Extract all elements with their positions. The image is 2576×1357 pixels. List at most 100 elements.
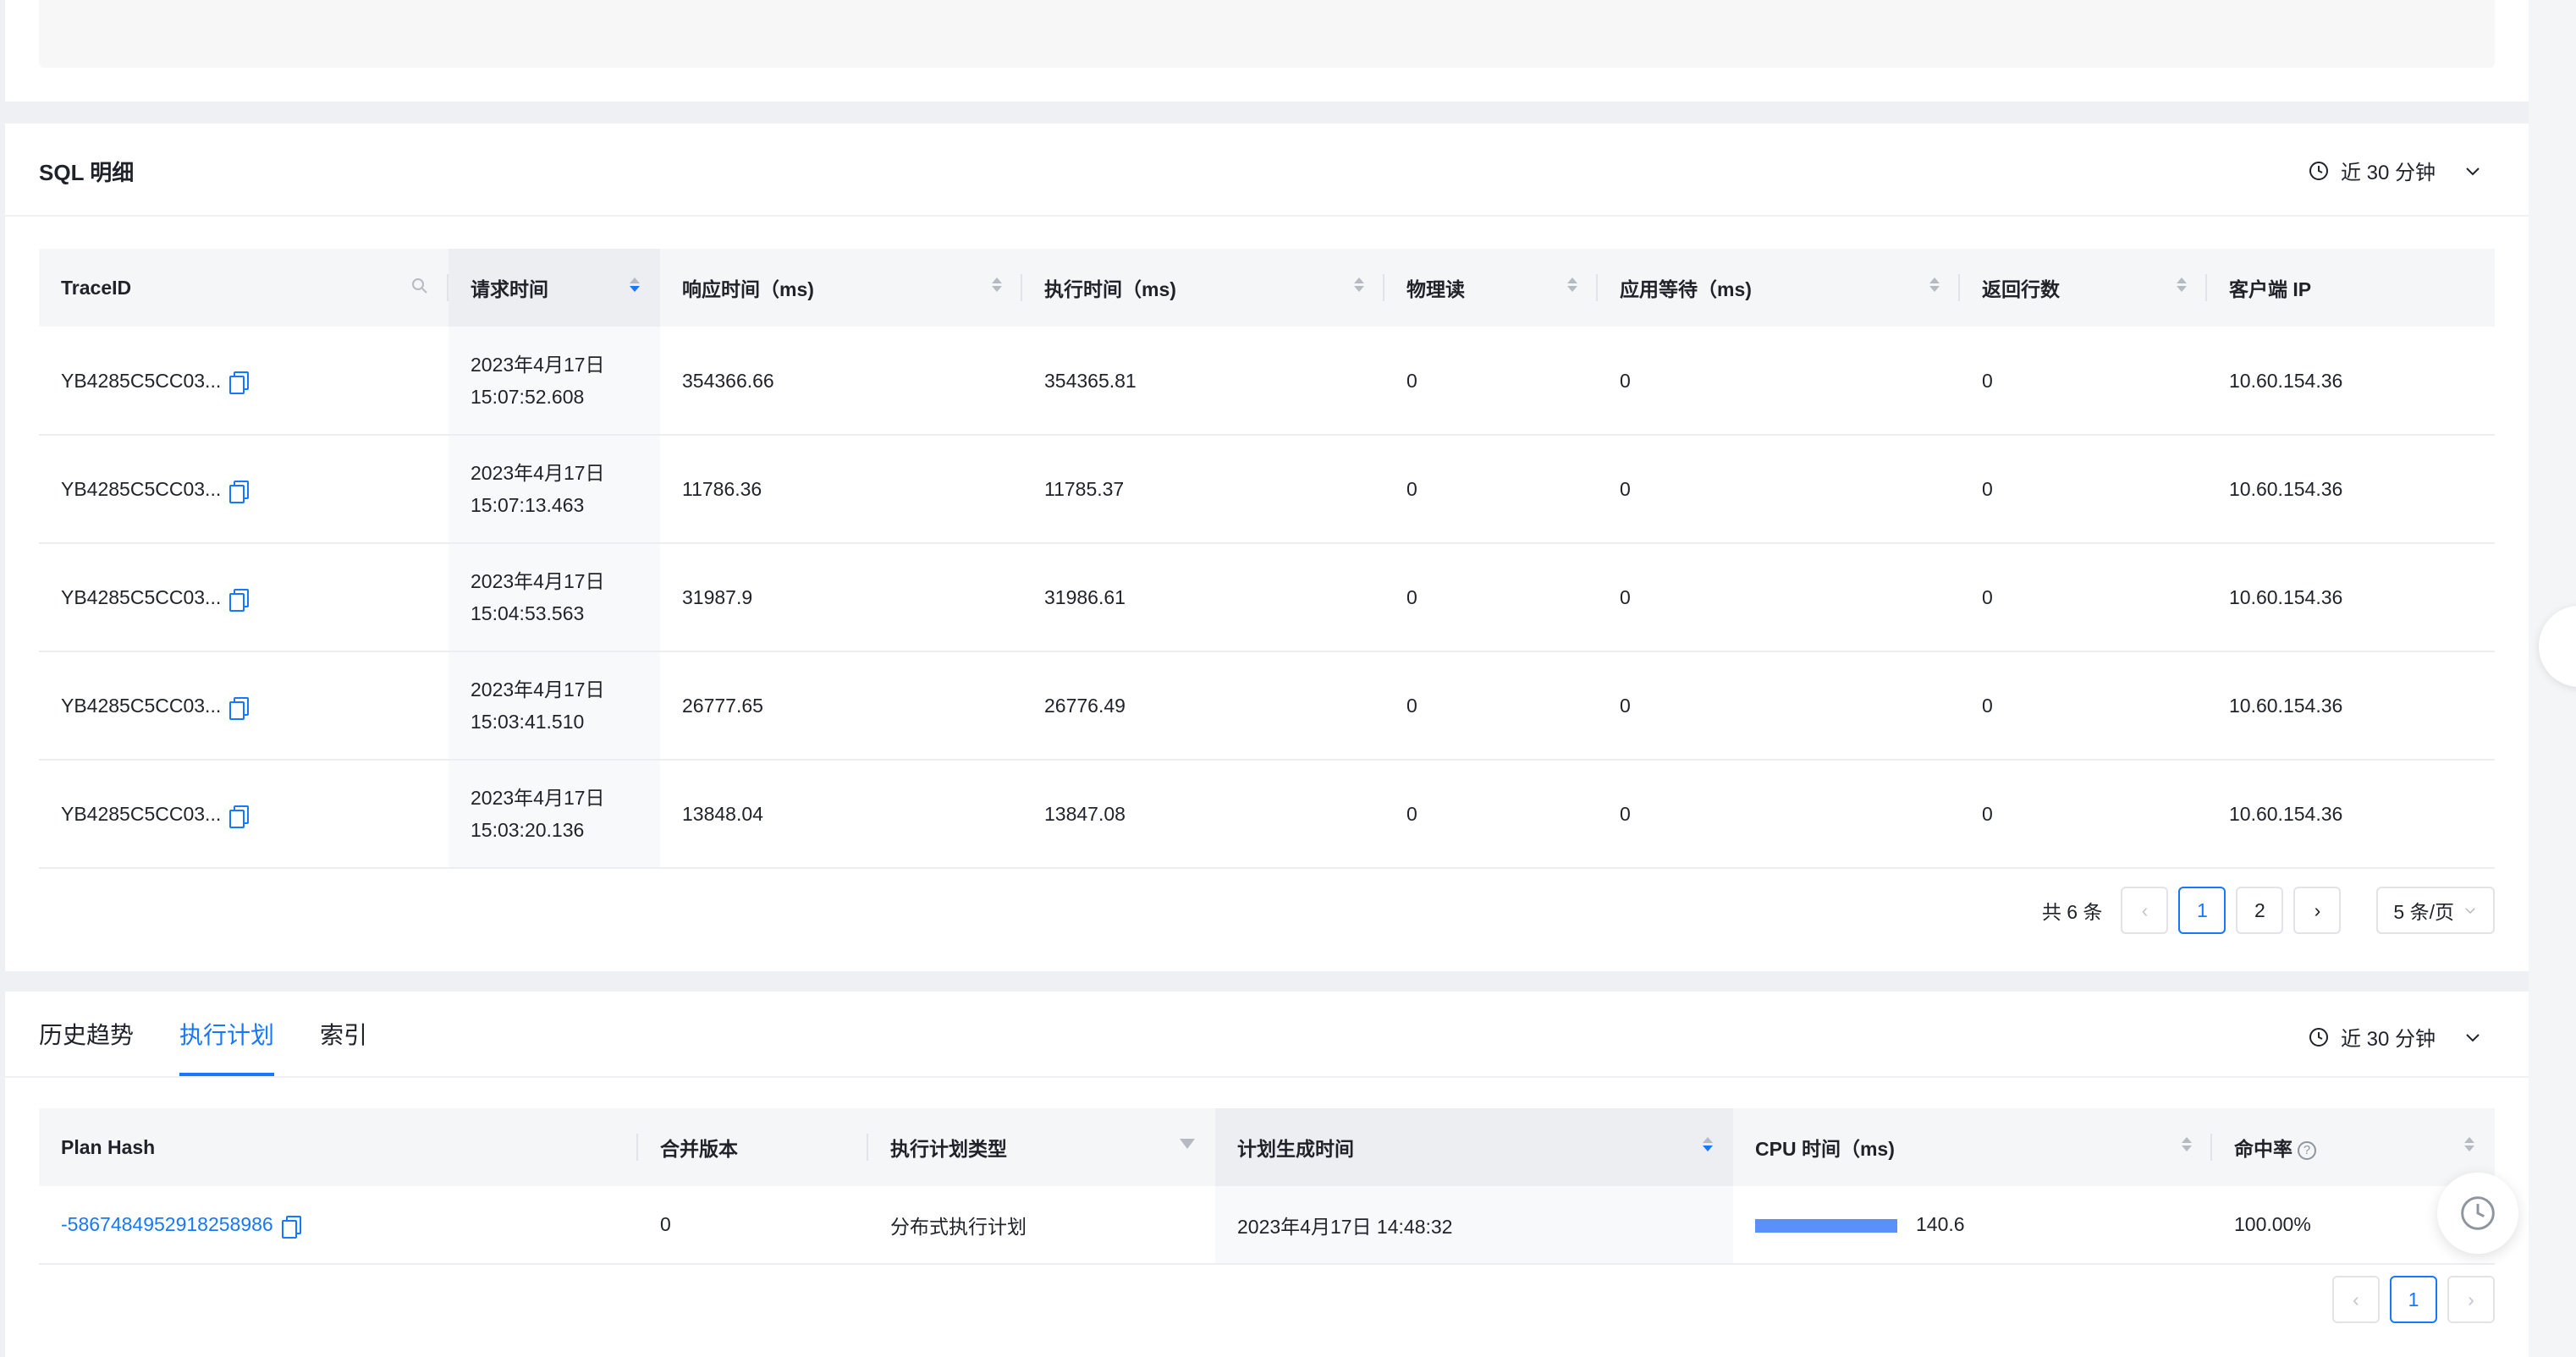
sort-icon[interactable] [1703, 1137, 1713, 1151]
client-ip-cell: 10.60.154.36 [2207, 543, 2495, 652]
plan-hash-link[interactable]: -5867484952918258986 [61, 1213, 273, 1235]
col-generated-time[interactable]: 计划生成时间 [1215, 1108, 1733, 1186]
app-wait-cell: 0 [1598, 435, 1960, 544]
request-time-cell: 2023年4月17日 15:03:41.510 [449, 651, 660, 761]
cpu-time-value: 140.6 [1916, 1213, 1965, 1235]
page-2-button[interactable]: 2 [2236, 887, 2284, 934]
sql-detail-title: SQL 明细 [39, 160, 135, 185]
search-icon[interactable] [410, 276, 430, 296]
page-1-button[interactable]: 1 [2178, 887, 2226, 934]
filter-icon[interactable] [1180, 1139, 1195, 1149]
col-client-ip: 客户端 IP [2207, 249, 2495, 327]
response-time-cell: 26777.65 [660, 651, 1022, 761]
clock-icon [2461, 1196, 2495, 1230]
sort-icon[interactable] [1567, 277, 1577, 292]
sort-icon[interactable] [630, 277, 640, 292]
tab-history-trend[interactable]: 历史趋势 [39, 992, 134, 1076]
col-physical-reads[interactable]: 物理读 [1384, 249, 1598, 327]
plan-time-range-select[interactable]: 近 30 分钟 [2309, 1022, 2483, 1052]
physical-reads-cell: 0 [1384, 760, 1598, 869]
request-time: 15:04:53.563 [471, 602, 585, 624]
traceid-text: YB4285C5CC03... [61, 695, 222, 717]
exec-time-cell: 26776.49 [1022, 651, 1384, 761]
col-rows-returned[interactable]: 返回行数 [1960, 249, 2207, 327]
table-row: -5867484952918258986 0 分布式执行计划 2023年4月17… [39, 1186, 2495, 1265]
rows-returned-cell: 0 [1960, 543, 2207, 652]
request-time-cell: 2023年4月17日 15:07:52.608 [449, 327, 660, 436]
col-plan-type[interactable]: 执行计划类型 [868, 1108, 1215, 1186]
copy-icon[interactable] [229, 805, 250, 828]
col-exec-time[interactable]: 执行时间（ms) [1022, 249, 1384, 327]
traceid-text: YB4285C5CC03... [61, 586, 222, 608]
prev-page-button[interactable]: ‹ [2121, 887, 2169, 934]
exec-time-cell: 354365.81 [1022, 327, 1384, 436]
col-traceid[interactable]: TraceID [39, 249, 449, 327]
divider [5, 1076, 2529, 1078]
table-row: YB4285C5CC03... 2023年4月17日 15:07:52.608 354… [39, 327, 2495, 436]
sort-icon[interactable] [1929, 277, 1940, 292]
page-size-select[interactable]: 5 条/页 [2376, 887, 2495, 934]
plan-type-cell: 分布式执行计划 [868, 1186, 1215, 1265]
previous-panel-content [39, 0, 2495, 68]
traceid-cell: YB4285C5CC03... [39, 327, 449, 436]
copy-icon[interactable] [229, 696, 250, 720]
request-time-cell: 2023年4月17日 15:03:20.136 [449, 760, 660, 869]
sql-time-range-select[interactable]: 近 30 分钟 [2309, 156, 2483, 185]
sort-icon[interactable] [2464, 1137, 2474, 1151]
col-app-wait[interactable]: 应用等待（ms) [1598, 249, 1960, 327]
sort-icon[interactable] [2182, 1137, 2192, 1151]
sort-icon[interactable] [2177, 277, 2187, 292]
table-header-row: Plan Hash 合并版本 执行计划类型 计划生成时间 CPU 时间（ms) … [39, 1108, 2495, 1186]
history-float-button[interactable] [2437, 1173, 2518, 1254]
time-range-label: 近 30 分钟 [2340, 162, 2436, 184]
col-hit-rate[interactable]: 命中率? [2212, 1108, 2495, 1186]
rows-returned-cell: 0 [1960, 327, 2207, 436]
table-header-row: TraceID 请求时间 响应时间（ms) 执行时间（ms) 物理读 应用等待（… [39, 249, 2495, 327]
col-request-time[interactable]: 请求时间 [449, 249, 660, 327]
clock-icon [2309, 161, 2328, 180]
copy-icon[interactable] [229, 371, 250, 395]
help-icon[interactable]: ? [2298, 1140, 2316, 1160]
app-wait-cell: 0 [1598, 760, 1960, 869]
rows-returned-cell: 0 [1960, 651, 2207, 761]
plan-tabs: 历史趋势 执行计划 索引 [39, 992, 367, 1076]
sort-icon[interactable] [992, 277, 1002, 292]
traceid-text: YB4285C5CC03... [61, 369, 222, 392]
page-1-button[interactable]: 1 [2390, 1276, 2437, 1323]
request-time-cell: 2023年4月17日 15:07:13.463 [449, 435, 660, 544]
cpu-time-bar [1755, 1218, 1897, 1233]
response-time-cell: 354366.66 [660, 327, 1022, 436]
prev-page-button[interactable]: ‹ [2332, 1276, 2380, 1323]
col-response-time[interactable]: 响应时间（ms) [660, 249, 1022, 327]
divider [5, 215, 2529, 217]
request-time: 15:07:13.463 [471, 494, 585, 516]
cpu-time-cell: 140.6 [1733, 1186, 2212, 1265]
sort-icon[interactable] [1354, 277, 1364, 292]
chevron-down-icon [2466, 1033, 2480, 1041]
copy-icon[interactable] [229, 588, 250, 612]
response-time-cell: 31987.9 [660, 543, 1022, 652]
sql-detail-panel: SQL 明细 近 30 分钟 TraceID 请求时间 响应时间（ms) 执行时… [5, 124, 2529, 971]
response-time-cell: 13848.04 [660, 760, 1022, 869]
client-ip-cell: 10.60.154.36 [2207, 327, 2495, 436]
plan-panel: 历史趋势 执行计划 索引 近 30 分钟 Plan Hash 合并版本 执行计划… [5, 992, 2529, 1357]
physical-reads-cell: 0 [1384, 327, 1598, 436]
next-page-button[interactable]: › [2293, 887, 2342, 934]
col-cpu-time[interactable]: CPU 时间（ms) [1733, 1108, 2212, 1186]
clock-icon [2309, 1027, 2328, 1047]
physical-reads-cell: 0 [1384, 543, 1598, 652]
request-date: 2023年4月17日 [471, 787, 605, 809]
request-date: 2023年4月17日 [471, 462, 605, 484]
next-page-button[interactable]: › [2447, 1276, 2495, 1323]
exec-time-cell: 31986.61 [1022, 543, 1384, 652]
traceid-text: YB4285C5CC03... [61, 803, 222, 825]
request-date: 2023年4月17日 [471, 678, 605, 700]
exec-time-cell: 13847.08 [1022, 760, 1384, 869]
tab-index[interactable]: 索引 [320, 992, 367, 1076]
chevron-down-icon [2466, 167, 2480, 175]
rows-returned-cell: 0 [1960, 435, 2207, 544]
app-wait-cell: 0 [1598, 543, 1960, 652]
copy-icon[interactable] [281, 1215, 301, 1239]
tab-execution-plan[interactable]: 执行计划 [179, 992, 275, 1076]
copy-icon[interactable] [229, 480, 250, 503]
